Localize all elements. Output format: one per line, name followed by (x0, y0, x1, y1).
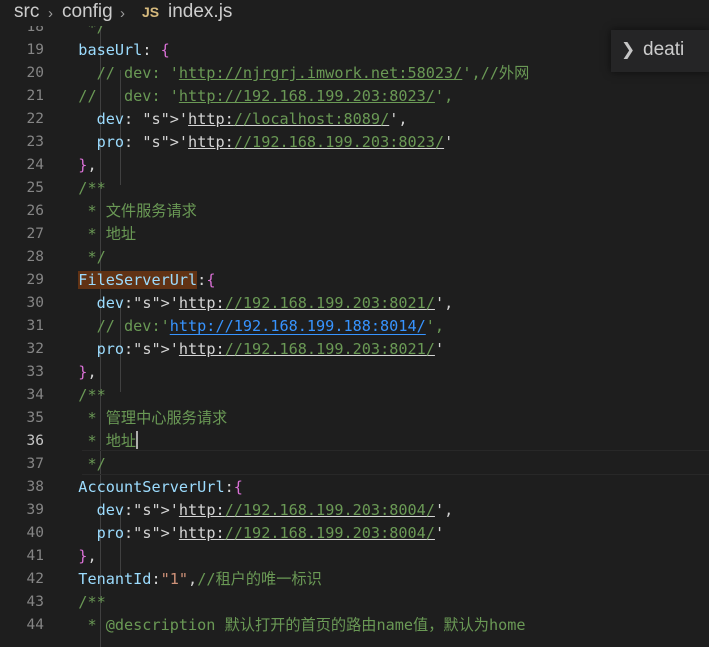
line-number: 39 (26, 502, 44, 518)
code-line[interactable]: /** (60, 177, 105, 200)
code-line[interactable]: }, (60, 154, 96, 177)
code-line[interactable]: */ (60, 246, 105, 269)
code-editor[interactable]: 1718192021222324252627282930313233343536… (0, 0, 709, 647)
code-line[interactable]: * 文件服务请求 (60, 200, 196, 223)
code-line[interactable]: }, (60, 545, 96, 568)
code-line[interactable]: * @description 默认打开的首页的路由name值，默认为home (60, 614, 525, 637)
code-line[interactable]: FileServerUrl:{ (60, 269, 215, 292)
code-line[interactable]: dev:"s">'http://192.168.199.203:8021/', (60, 292, 454, 315)
line-number: 29 (26, 272, 44, 288)
code-line[interactable]: AccountServerUrl:{ (60, 476, 243, 499)
line-number: 42 (26, 571, 44, 587)
find-input[interactable] (643, 38, 709, 62)
code-line[interactable]: // dev:'http://192.168.199.188:8014/', (60, 315, 444, 338)
line-number: 37 (26, 456, 44, 472)
code-line[interactable]: baseUrl: { (60, 39, 169, 62)
breadcrumb-separator-icon: › (120, 5, 125, 22)
line-number: 24 (26, 157, 44, 173)
line-number: 41 (26, 548, 44, 564)
code-line[interactable]: // dev: 'http://192.168.199.203:8023/', (60, 85, 453, 108)
code-line[interactable]: /** (60, 591, 105, 614)
code-line[interactable]: pro:"s">'http://192.168.199.203:8021/' (60, 338, 445, 361)
javascript-file-icon: JS (142, 4, 160, 20)
code-line[interactable]: * 管理中心服务请求 (60, 407, 227, 430)
line-number: 26 (26, 203, 44, 219)
line-number: 31 (26, 318, 44, 334)
line-number: 36 (26, 433, 44, 449)
line-number: 28 (26, 249, 44, 265)
code-line[interactable]: * 地址 (60, 223, 136, 246)
text-cursor (136, 431, 139, 449)
line-number: 25 (26, 180, 44, 196)
code-line[interactable]: dev:"s">'http://192.168.199.203:8004/', (60, 499, 454, 522)
line-number: 30 (26, 295, 44, 311)
line-number: 32 (26, 341, 44, 357)
line-number: 19 (26, 42, 44, 58)
code-line[interactable]: dev: "s">'http://localhost:8089/', (60, 108, 408, 131)
line-number: 35 (26, 410, 44, 426)
line-number: 21 (26, 88, 44, 104)
line-number: 38 (26, 479, 44, 495)
line-number: 23 (26, 134, 44, 150)
line-number: 44 (26, 617, 44, 633)
chevron-right-icon[interactable]: ❯ (621, 40, 635, 60)
code-line[interactable]: }, (60, 361, 96, 384)
line-number: 27 (26, 226, 44, 242)
find-widget: ❯ (611, 30, 709, 72)
code-line[interactable]: */ (60, 453, 105, 476)
line-number: 40 (26, 525, 44, 541)
breadcrumb: src › config › JS index.js (0, 0, 709, 26)
code-line[interactable]: * 地址 (60, 430, 139, 453)
breadcrumb-separator-icon: › (48, 5, 53, 22)
code-line[interactable]: TenantId:"1",//租户的唯一标识 (60, 568, 322, 591)
line-number: 43 (26, 594, 44, 610)
line-number: 34 (26, 387, 44, 403)
line-number: 20 (26, 65, 44, 81)
code-line[interactable]: // dev: 'http://njrgrj.imwork.net:58023/… (60, 62, 530, 85)
breadcrumb-folder-src[interactable]: src (14, 1, 39, 23)
code-line[interactable]: pro:"s">'http://192.168.199.203:8004/' (60, 522, 445, 545)
breadcrumb-folder-config[interactable]: config (62, 1, 113, 23)
line-number: 22 (26, 111, 44, 127)
current-line-highlight (82, 450, 709, 475)
breadcrumb-file-index-js[interactable]: index.js (168, 1, 232, 23)
code-line[interactable]: /** (60, 384, 105, 407)
line-number: 33 (26, 364, 44, 380)
code-line[interactable]: pro: "s">'http://192.168.199.203:8023/' (60, 131, 454, 154)
